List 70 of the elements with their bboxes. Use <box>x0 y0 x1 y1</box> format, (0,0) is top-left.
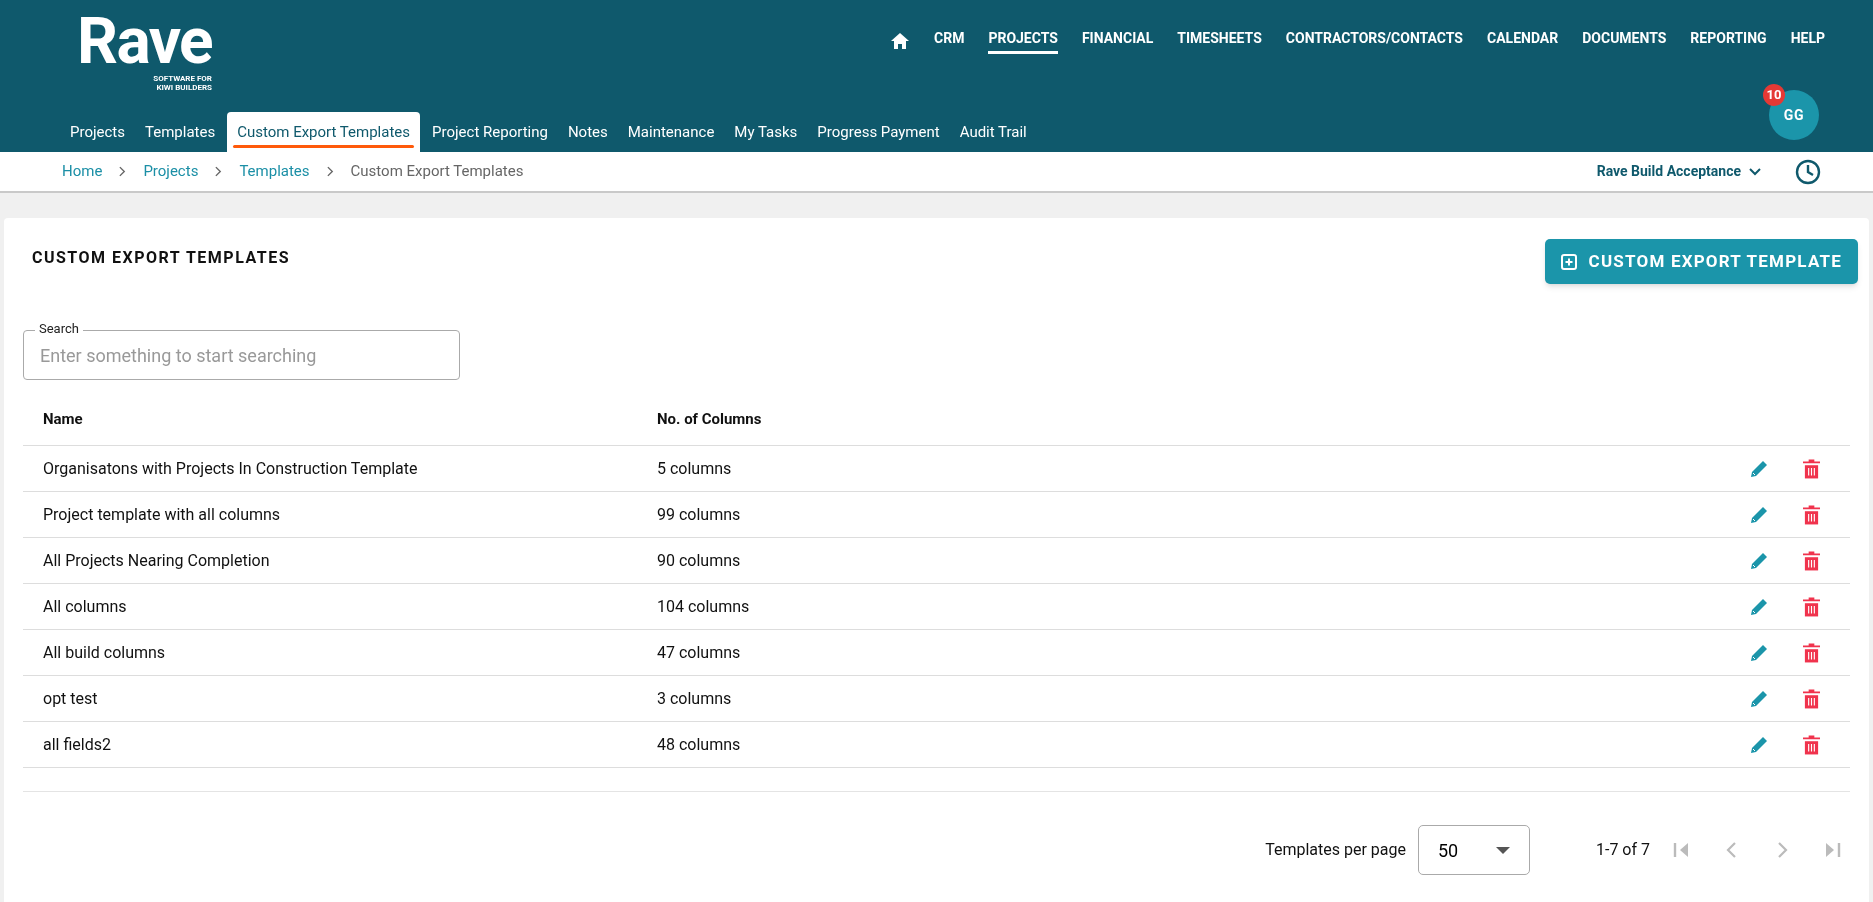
delete-trash-icon[interactable] <box>1803 688 1820 709</box>
breadcrumb-current: Custom Export Templates <box>350 161 524 183</box>
table-cell-text: 3 columns <box>656 687 733 710</box>
per-page-label: Templates per page <box>1265 839 1406 861</box>
column-header: No. of Columns <box>656 408 763 430</box>
breadcrumb-link[interactable]: Home <box>62 160 103 183</box>
delete-trash-icon[interactable] <box>1803 504 1820 525</box>
chevron-right-icon <box>215 166 223 177</box>
edit-pencil-icon[interactable] <box>1749 458 1769 479</box>
add-template-button[interactable]: CUSTOM EXPORT TEMPLATE <box>1544 239 1858 284</box>
table-cell-text: All Projects Nearing Completion <box>42 549 271 572</box>
table-cell-text: 48 columns <box>656 733 742 756</box>
table-cell-text: 90 columns <box>656 549 742 572</box>
main-nav-link[interactable]: REPORTING <box>1690 28 1767 54</box>
delete-trash-icon[interactable] <box>1803 642 1820 663</box>
logo-tagline: KIWI BUILDERS <box>156 83 212 92</box>
edit-pencil-icon[interactable] <box>1749 688 1769 709</box>
history-clock-icon[interactable] <box>1795 158 1821 185</box>
logo-wordmark: Rave <box>77 10 212 74</box>
edit-pencil-icon[interactable] <box>1749 734 1769 755</box>
table-cell-text: All build columns <box>42 641 167 664</box>
delete-trash-icon[interactable] <box>1803 596 1820 617</box>
per-page-select[interactable]: 50 <box>1417 825 1530 875</box>
dropdown-triangle-icon <box>1495 846 1510 854</box>
sub-nav-tab[interactable]: Custom Export Templates <box>227 112 421 152</box>
main-nav-link[interactable]: FINANCIAL <box>1081 28 1154 54</box>
table-cell-text: 5 columns <box>656 457 733 480</box>
page-range: 1-7 of 7 <box>1595 839 1650 861</box>
main-nav-link[interactable]: CRM <box>934 28 965 54</box>
notification-badge: 10 <box>1763 84 1785 106</box>
table-cell-text: All columns <box>42 595 128 618</box>
chevron-right-icon <box>326 166 334 177</box>
breadcrumb-link[interactable]: Projects <box>143 160 199 183</box>
edit-pencil-icon[interactable] <box>1749 642 1769 663</box>
sub-nav-tab[interactable]: Audit Trail <box>951 112 1035 152</box>
chevron-down-icon <box>1749 167 1761 176</box>
breadcrumb-link[interactable]: Templates <box>239 160 310 183</box>
home-icon[interactable] <box>890 32 910 50</box>
main-nav-link[interactable]: HELP <box>1790 28 1825 54</box>
company-selector[interactable]: Rave Build Acceptance <box>1596 161 1761 182</box>
edit-pencil-icon[interactable] <box>1749 550 1769 571</box>
column-header: Name <box>42 408 84 430</box>
plus-square-icon <box>1560 253 1577 270</box>
delete-trash-icon[interactable] <box>1803 734 1820 755</box>
sub-nav-tab[interactable]: Templates <box>137 112 224 152</box>
sub-nav-tab[interactable]: Maintenance <box>619 112 723 152</box>
main-nav-link[interactable]: CONTRACTORS/CONTACTS <box>1285 28 1463 54</box>
table-cell-text: Organisatons with Projects In Construction Template <box>42 457 419 480</box>
edit-pencil-icon[interactable] <box>1749 504 1769 525</box>
delete-trash-icon[interactable] <box>1803 458 1820 479</box>
table-cell-text: 47 columns <box>656 641 742 664</box>
table-cell-text: all fields2 <box>42 733 112 756</box>
table-cell-text: 99 columns <box>656 503 742 526</box>
main-nav-link[interactable]: TIMESHEETS <box>1177 28 1262 54</box>
main-nav-link[interactable]: PROJECTS <box>988 28 1058 54</box>
main-nav-link[interactable]: DOCUMENTS <box>1582 28 1667 54</box>
edit-pencil-icon[interactable] <box>1749 596 1769 617</box>
sub-nav-tab[interactable]: Progress Payment <box>809 112 948 152</box>
sub-nav-tab[interactable]: Project Reporting <box>424 112 556 152</box>
sub-nav-tab[interactable]: Notes <box>559 112 616 152</box>
logo-tagline: SOFTWARE FOR <box>153 74 212 83</box>
delete-trash-icon[interactable] <box>1803 550 1820 571</box>
chevron-right-icon <box>119 166 127 177</box>
sub-nav-tab[interactable]: Projects <box>62 112 133 152</box>
table-cell-text: 104 columns <box>656 595 751 618</box>
sub-nav-tab[interactable]: My Tasks <box>726 112 806 152</box>
main-nav-link[interactable]: CALENDAR <box>1487 28 1559 54</box>
page-title: CUSTOM EXPORT TEMPLATES <box>32 247 290 269</box>
table-cell-text: Project template with all columns <box>42 503 282 526</box>
table-cell-text: opt test <box>42 687 99 710</box>
